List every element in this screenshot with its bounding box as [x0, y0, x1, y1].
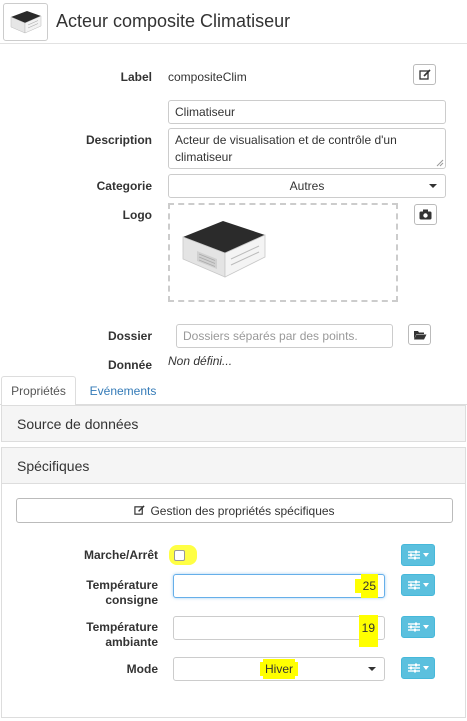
folder-open-icon [413, 331, 426, 340]
sliders-icon [407, 622, 420, 632]
marche-arret-checkbox[interactable] [174, 550, 185, 561]
gestion-proprietes-label: Gestion des propriétés spécifiques [150, 503, 335, 518]
label-caption: Label [120, 70, 152, 84]
air-conditioner-image [182, 221, 266, 278]
categorie-caption: Categorie [96, 179, 152, 193]
chevron-down-icon [422, 553, 429, 557]
marche-arret-options-button[interactable] [401, 544, 435, 566]
dossier-input[interactable]: Dossiers séparés par des points. [176, 324, 393, 348]
mode-select[interactable]: Hiver [173, 657, 385, 681]
temperature-consigne-label-line1: Température [86, 578, 158, 592]
chevron-down-icon [422, 625, 429, 629]
tab-evenements[interactable]: Evénements [82, 376, 164, 405]
chevron-down-icon [429, 184, 437, 188]
page-title: Acteur composite Climatiseur [56, 11, 291, 31]
chevron-down-icon [368, 667, 376, 671]
mode-value: Hiver [262, 662, 295, 676]
marche-arret-label: Marche/Arrêt [83, 548, 158, 562]
air-conditioner-logo-icon [3, 3, 48, 41]
logo-caption: Logo [122, 208, 152, 222]
temperature-consigne-input[interactable]: 25 [173, 574, 385, 598]
camera-icon [419, 209, 432, 220]
dossier-caption: Dossier [107, 329, 152, 343]
label-value: compositeClim [168, 70, 247, 84]
temperature-consigne-options-button[interactable] [401, 574, 435, 596]
description-textarea[interactable]: Acteur de visualisation et de contrôle d… [168, 128, 446, 169]
mode-options-button[interactable] [401, 657, 435, 679]
chevron-down-icon [422, 583, 429, 587]
chevron-down-icon [422, 666, 429, 670]
tab-bar: Propriétés Evénements [0, 376, 467, 406]
sliders-icon [407, 663, 420, 673]
description-value: Acteur de visualisation et de contrôle d… [175, 133, 397, 164]
temperature-ambiante-label: Température ambiante [0, 620, 158, 650]
donnee-value: Non défini... [168, 354, 233, 368]
edit-icon [418, 68, 431, 80]
dossier-placeholder: Dossiers séparés par des points. [183, 329, 358, 343]
upload-logo-button[interactable] [414, 204, 437, 225]
temperature-ambiante-value: 19 [358, 621, 378, 635]
edit-icon [134, 505, 146, 515]
categorie-value: Autres [289, 179, 325, 193]
temperature-ambiante-label-line2: ambiante [105, 635, 158, 649]
donnee-caption: Donnée [107, 358, 152, 372]
panel-specifiques-heading[interactable]: Spécifiques [1, 447, 466, 484]
temperature-consigne-label: Température consigne [0, 578, 158, 608]
sliders-icon [407, 580, 420, 590]
temperature-ambiante-options-button[interactable] [401, 616, 435, 638]
temperature-consigne-label-line2: consigne [105, 593, 158, 607]
description-caption: Description [85, 133, 152, 147]
name-input[interactable]: Climatiseur [168, 100, 446, 124]
resize-grip-icon[interactable] [436, 159, 444, 167]
name-input-value: Climatiseur [175, 105, 236, 119]
sliders-icon [407, 550, 420, 560]
temperature-consigne-value: 25 [360, 579, 378, 593]
categorie-select[interactable]: Autres [168, 174, 446, 198]
logo-dropzone[interactable] [168, 203, 398, 302]
browse-folder-button[interactable] [408, 324, 431, 345]
mode-label: Mode [126, 662, 158, 676]
temperature-ambiante-input[interactable]: 19 [173, 616, 385, 640]
tab-proprietes[interactable]: Propriétés [1, 376, 76, 406]
gestion-proprietes-button[interactable]: Gestion des propriétés spécifiques [16, 498, 453, 523]
edit-label-button[interactable] [413, 64, 436, 85]
page-header: Acteur composite Climatiseur [0, 0, 467, 44]
temperature-ambiante-label-line1: Température [86, 620, 158, 634]
panel-source-heading[interactable]: Source de données [1, 405, 466, 442]
